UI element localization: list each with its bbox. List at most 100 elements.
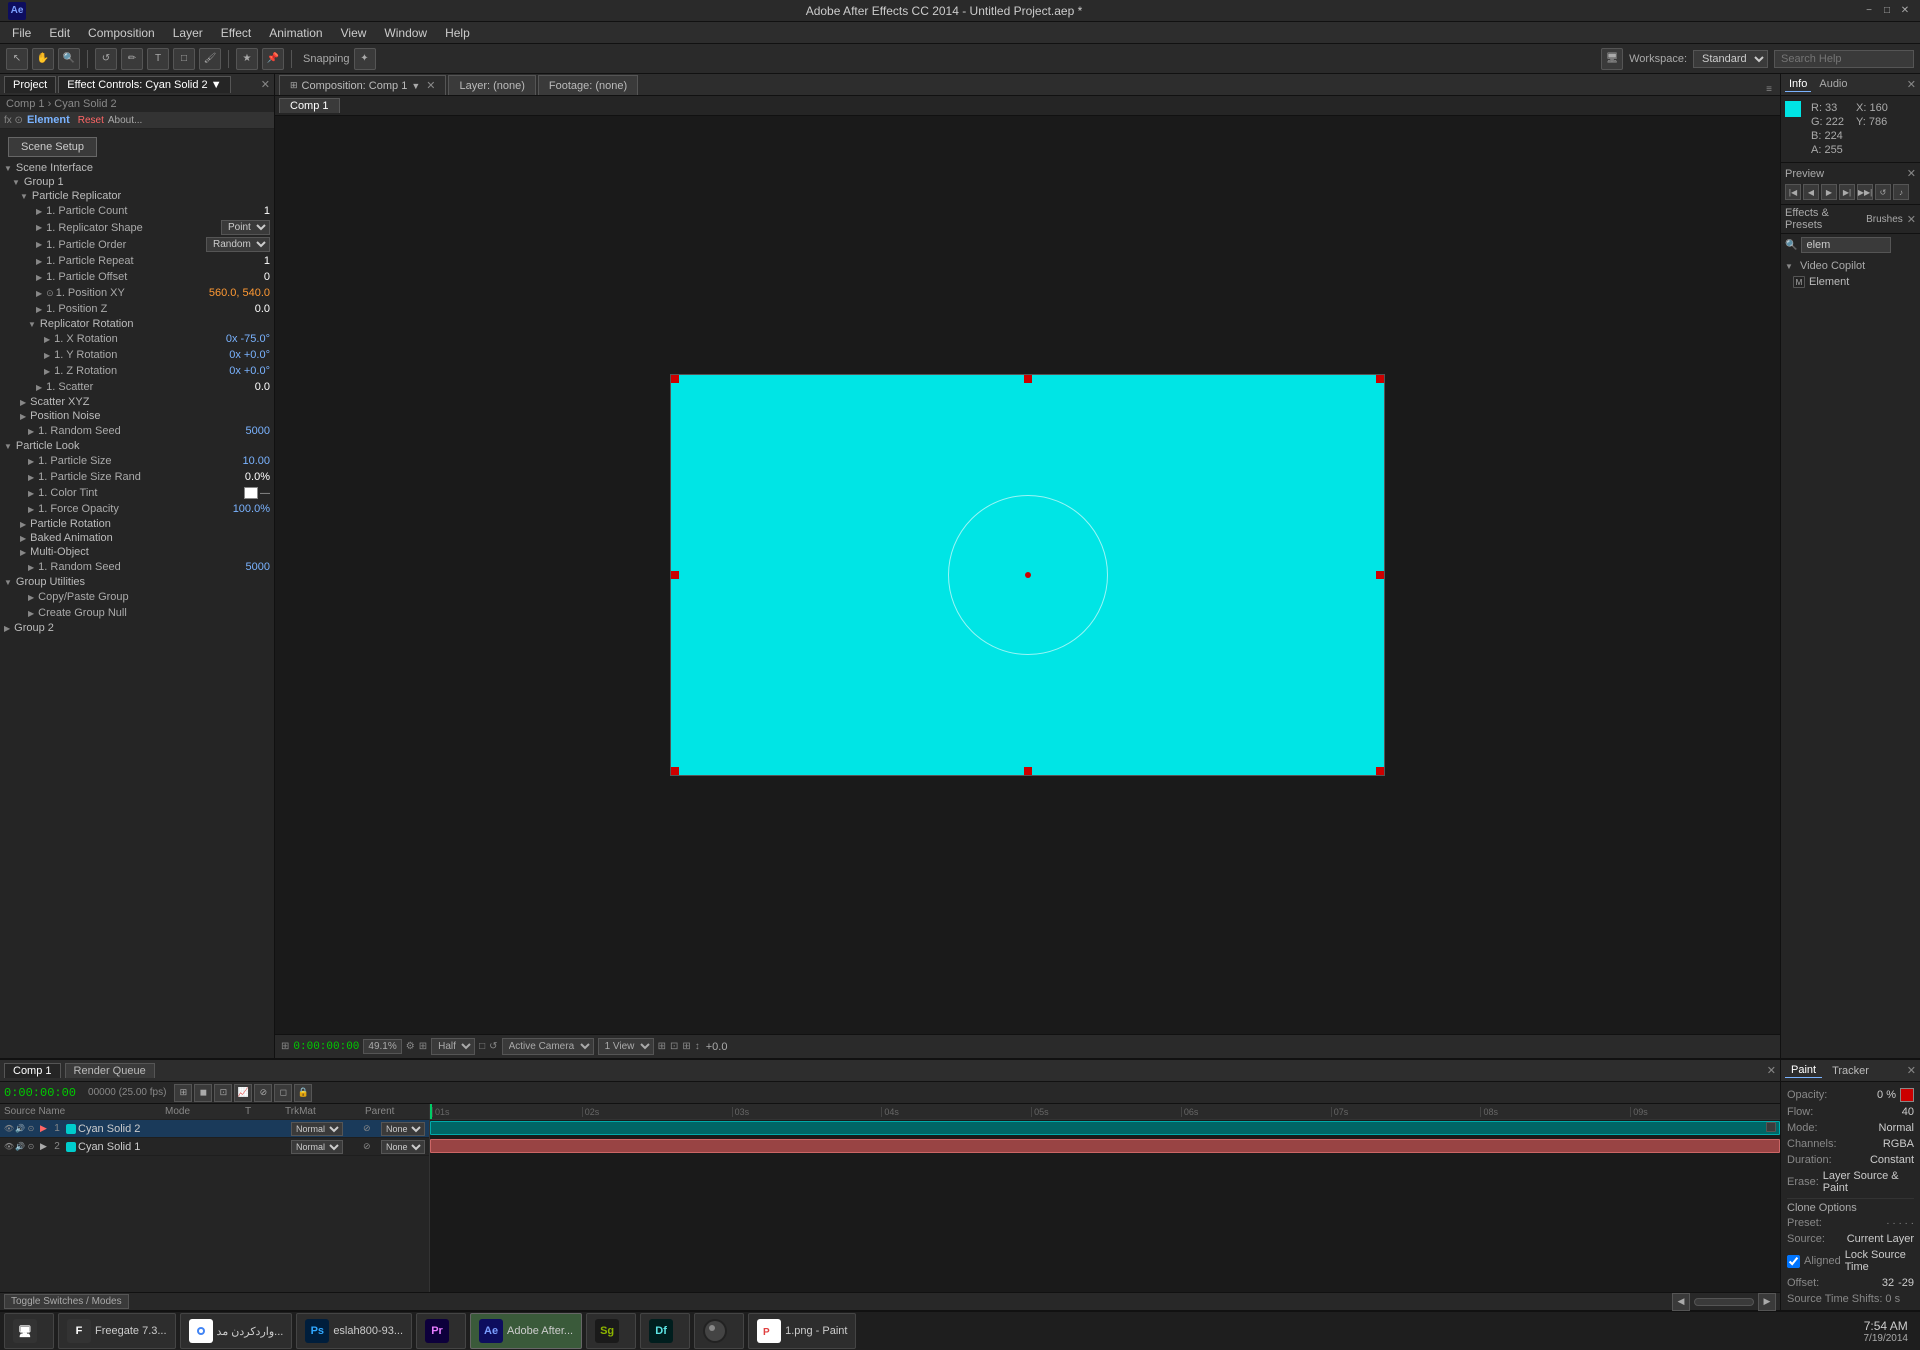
copy-paste-group[interactable]: Copy/Paste Group — [16, 589, 274, 605]
menu-help[interactable]: Help — [437, 24, 478, 42]
comp-settings-icon[interactable]: ⚙ — [406, 1041, 415, 1052]
workspace-select[interactable]: Standard — [1693, 50, 1768, 68]
tl-layer-btn[interactable]: ◼ — [194, 1084, 212, 1102]
tl-lock-btn[interactable]: 🔒 — [294, 1084, 312, 1102]
taskbar-start-btn[interactable]: 🖥 — [4, 1313, 54, 1349]
step-fwd-btn[interactable]: ▶| — [1839, 184, 1855, 200]
taskbar-freegate[interactable]: F Freegate 7.3... — [58, 1313, 176, 1349]
viewer-options-icon[interactable]: ⊡ — [670, 1041, 678, 1052]
group1-header[interactable]: Group 1 — [8, 175, 274, 189]
info-tab[interactable]: Info — [1785, 77, 1811, 92]
menu-edit[interactable]: Edit — [41, 24, 78, 42]
snapping-toggle[interactable]: ✦ — [354, 48, 376, 70]
particle-look-header[interactable]: Particle Look — [0, 439, 274, 453]
comp-tab-close[interactable]: ✕ — [426, 79, 435, 92]
paint-color-swatch[interactable] — [1900, 1088, 1914, 1102]
comp1-timeline-tab[interactable]: Comp 1 — [4, 1063, 61, 1078]
layer-audio-icon[interactable]: 🔊 — [15, 1124, 25, 1134]
particle-replicator-header[interactable]: Particle Replicator — [16, 189, 274, 203]
scatter-xyz-header[interactable]: Scatter XYZ — [16, 395, 274, 409]
step-back-btn[interactable]: ◀ — [1803, 184, 1819, 200]
tool-pen[interactable]: ✏ — [121, 48, 143, 70]
handle-ml[interactable] — [671, 571, 679, 579]
handle-bl[interactable] — [671, 767, 679, 775]
layer2-timeline-bar[interactable] — [430, 1139, 1780, 1153]
color-tint-edit[interactable]: — — [260, 488, 270, 499]
taskbar-paint[interactable]: P 1.png - Paint — [748, 1313, 856, 1349]
handle-tr[interactable] — [1376, 375, 1384, 383]
layer2-video-icon[interactable]: 👁 — [4, 1142, 14, 1152]
layer-solo-icon[interactable]: ⊙ — [26, 1124, 36, 1134]
offset-y[interactable]: -29 — [1898, 1277, 1914, 1289]
tool-zoom[interactable]: 🔍 — [58, 48, 80, 70]
layer2-mode-select[interactable]: Normal — [291, 1140, 343, 1154]
tl-scroll-left-btn[interactable]: ◀ — [1672, 1293, 1690, 1311]
tl-scrollbar[interactable] — [1694, 1298, 1754, 1306]
tracker-tab[interactable]: Tracker — [1826, 1064, 1875, 1078]
skip-to-end-btn[interactable]: ▶▶| — [1857, 184, 1873, 200]
layer2-audio-icon[interactable]: 🔊 — [15, 1142, 25, 1152]
audio-btn[interactable]: ♪ — [1893, 184, 1909, 200]
project-tab[interactable]: Project — [4, 76, 56, 93]
layer-panel-tab[interactable]: Layer: (none) — [448, 75, 535, 95]
tool-select[interactable]: ↖ — [6, 48, 28, 70]
playhead[interactable] — [430, 1104, 432, 1119]
toggle-switches-modes-btn[interactable]: Toggle Switches / Modes — [4, 1294, 129, 1309]
layer1-timeline-bar[interactable] — [430, 1121, 1780, 1135]
zoom-level[interactable]: 49.1% — [363, 1039, 401, 1054]
handle-tm[interactable] — [1024, 375, 1032, 383]
tool-paint[interactable]: 🖌 — [199, 48, 221, 70]
handle-br[interactable] — [1376, 767, 1384, 775]
effect-about-btn[interactable]: About... — [108, 115, 142, 126]
panel-close-btn[interactable]: ✕ — [261, 78, 270, 91]
tl-switches-btn[interactable]: ⊡ — [214, 1084, 232, 1102]
view-select[interactable]: 1 View — [598, 1038, 654, 1055]
menu-layer[interactable]: Layer — [165, 24, 211, 42]
viewer-controls-icon[interactable]: ⊞ — [658, 1041, 666, 1052]
viewer-timecode[interactable]: 0:00:00:00 — [293, 1041, 359, 1053]
layer1-mode-select[interactable]: Normal — [291, 1122, 343, 1136]
pixel-aspect-icon[interactable]: □ — [479, 1041, 485, 1052]
footage-panel-tab[interactable]: Footage: (none) — [538, 75, 638, 95]
position-noise-header[interactable]: Position Noise — [16, 409, 274, 423]
minimize-button[interactable]: − — [1862, 4, 1876, 18]
brushes-tab[interactable]: Brushes — [1866, 214, 1903, 225]
loop-btn[interactable]: ↺ — [1875, 184, 1891, 200]
multi-object-header[interactable]: Multi-Object — [16, 545, 274, 559]
create-group-null[interactable]: Create Group Null — [16, 605, 274, 621]
viewer-extra-icon[interactable]: ↕ — [695, 1041, 700, 1052]
search-input[interactable] — [1774, 50, 1914, 68]
effects-search-input[interactable] — [1801, 237, 1891, 253]
tool-pin[interactable]: 📌 — [262, 48, 284, 70]
audio-tab[interactable]: Audio — [1815, 77, 1851, 92]
menu-view[interactable]: View — [333, 24, 375, 42]
particle-rotation-header[interactable]: Particle Rotation — [16, 517, 274, 531]
particle-order-select[interactable]: Random — [206, 237, 270, 252]
taskbar-aftereffects[interactable]: Ae Adobe After... — [470, 1313, 582, 1349]
taskbar-chrome[interactable]: واردكردن مد... — [180, 1313, 293, 1349]
layer2-row[interactable]: 👁 🔊 ⊙ ▶ 2 Cyan Solid 1 Normal ⊘ None — [0, 1138, 429, 1156]
taskbar-clock[interactable]: 7:54 AM 7/19/2014 — [1856, 1319, 1917, 1344]
camera-select[interactable]: Active Camera — [502, 1038, 594, 1055]
menu-effect[interactable]: Effect — [213, 24, 259, 42]
comp1-inner-tab[interactable]: Comp 1 — [279, 98, 340, 113]
window-controls[interactable]: − □ ✕ — [1862, 4, 1912, 18]
composition-viewer[interactable] — [275, 116, 1780, 1034]
replicator-rotation-header[interactable]: Replicator Rotation — [24, 317, 274, 331]
skip-to-start-btn[interactable]: |◀ — [1785, 184, 1801, 200]
timeline-panel-close[interactable]: ✕ — [1767, 1064, 1776, 1077]
taskbar-photoshop[interactable]: Ps eslah800-93... — [296, 1313, 412, 1349]
layer2-color-label[interactable] — [66, 1142, 76, 1152]
preview-panel-close[interactable]: ✕ — [1907, 167, 1916, 180]
layer1-color-label[interactable] — [66, 1124, 76, 1134]
menu-file[interactable]: File — [4, 24, 39, 42]
paint-panel-close[interactable]: ✕ — [1907, 1064, 1916, 1077]
maximize-button[interactable]: □ — [1880, 4, 1894, 18]
aligned-checkbox[interactable] — [1787, 1255, 1800, 1268]
timeline-timecode[interactable]: 0:00:00:00 — [4, 1086, 76, 1100]
panel-menu-btn[interactable]: ≡ — [1762, 84, 1776, 95]
tool-shape[interactable]: □ — [173, 48, 195, 70]
taskbar-df[interactable]: Df — [640, 1313, 690, 1349]
tl-graph-btn[interactable]: 📈 — [234, 1084, 252, 1102]
render-queue-tab[interactable]: Render Queue — [65, 1063, 155, 1078]
